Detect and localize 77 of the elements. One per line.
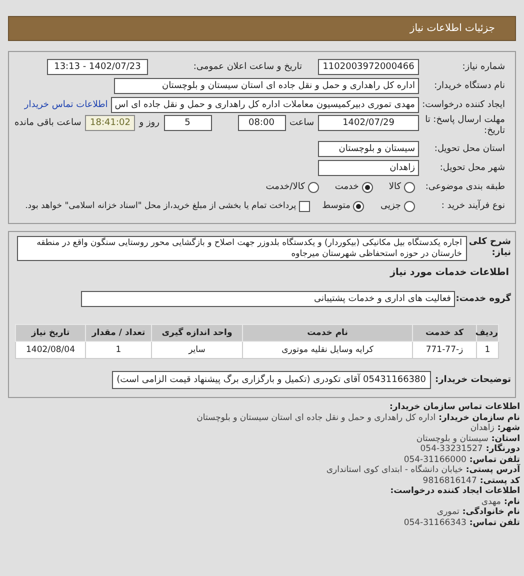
field-label: شماره نیاز: [461,61,505,73]
option-label: خدمت [334,181,359,193]
text-field[interactable]: 08:00 [238,115,286,131]
checkbox[interactable] [299,200,310,212]
field-label: گروه خدمت: [459,293,511,305]
field-value: مهدی [481,496,501,506]
text-field[interactable]: 5 [164,115,212,131]
field-label: استان: [491,434,520,444]
column-header: تاریخ نیاز [16,324,86,342]
field-value: 054-33231527 [420,444,483,454]
field-label: تلفن تماس: [469,518,520,528]
option-label: جزیی [380,200,401,212]
text-field[interactable]: مهدی تموری دبیرکمیسیون معاملات اداره کل راهداری و حمل و نقل جاده ای اس [110,97,419,113]
field-label: نوع فرآیند خرید : [440,200,505,212]
column-header: تعداد / مقدار [86,324,152,342]
field-label: شهر محل تحویل: [438,162,505,174]
field-label: نام خانوادگی: [462,507,520,518]
field-label: روز و [139,117,160,129]
table-cell: سایر [152,342,242,358]
table-cell: کرایه وسایل نقلیه موتوری [242,342,412,358]
field-label: تلفن تماس: [469,454,520,464]
radio-button[interactable] [353,200,364,212]
option-label: کالا [388,181,401,193]
field-label: ساعت باقی مانده [14,117,82,129]
field-label: نام دستگاه خریدار: [433,80,505,92]
section-heading: اطلاعات ایجاد کننده درخواست: [389,486,520,496]
table-cell: 1 [86,342,152,358]
column-header: واحد اندازه گیری [152,324,242,342]
radio-button[interactable] [404,182,415,192]
text-field[interactable]: زاهدان [318,160,419,176]
field-value: 9816816147 [422,476,477,486]
notes-box: 05431166380 آقای تکودری (تکمیل و بارگزاری برگ پیشنهاد قیمت الزامی است) [112,371,431,389]
field-label: شرح کلی نیاز: [468,236,511,259]
text-field[interactable]: 1102003972000466 [318,59,419,75]
countdown-field: 18:41:02 [85,115,136,131]
section-heading: اطلاعات خدمات مورد نیاز [388,267,509,279]
field-label: ایجاد کننده درخواست: [421,99,505,111]
field-value: 054-31166343 [404,518,466,528]
field-label: استان محل تحویل: [433,143,505,155]
field-label: نام: [504,496,520,506]
text-field[interactable]: سیستان و بلوچستان [318,141,419,157]
field-value: سیستان و بلوچستان [416,434,488,444]
column-header: نام خدمت [242,324,412,342]
field-label: دورنگار: [486,444,520,454]
radio-button[interactable] [308,182,319,192]
field-value: خیابان دانشگاه - ابتدای کوی استانداری [326,465,463,476]
field-value: اداره کل راهداری و حمل و نقل جاده ای استان سیستان و بلوچستان [196,412,436,423]
text-field[interactable]: فعالیت های اداری و خدمات پشتیبانی [81,291,455,307]
section-heading: اطلاعات تماس سازمان خریدار: [388,402,520,412]
option-label: کالا/خدمت [266,181,305,193]
text-field[interactable]: اداره کل راهداری و حمل و نقل جاده ای استان سیستان و بلوچستان [114,78,419,94]
field-label: طبقه بندی موضوعی: [424,181,505,193]
table-cell: ز-77-771 [412,342,476,358]
text-field[interactable]: 1402/07/23 - 13:13 [47,59,148,75]
field-label: تاریخ و ساعت اعلان عمومی: [192,61,302,73]
table-cell: 1402/08/04 [16,342,86,358]
column-header: کد خدمت [412,324,476,342]
field-label: آدرس پستی: [466,465,520,476]
radio-button[interactable] [362,182,373,192]
field-label: مهلت ارسال پاسخ: تا تاریخ: [424,115,505,137]
field-label: توضیحات خریدار: [435,374,511,386]
checkbox-label: پرداخت تمام یا بخشی از مبلغ خرید،از محل "اسناد خزانه اسلامی" خواهد بود. [25,200,296,212]
field-value: 054-31166000 [404,454,466,464]
page-title: جزئیات اطلاعات نیاز [410,22,495,36]
field-value: زاهدان [470,423,494,434]
column-header: ردیف [476,324,498,342]
option-label: متوسط [322,200,350,212]
field-label: کد پستی: [480,476,520,486]
field-label: شهر: [497,423,520,434]
field-label: نام سازمان خریدار: [438,412,520,423]
field-value: تموری [436,507,460,518]
description-box: اجاره یکدستگاه بیل مکانیکی (بیکوردار) و یکدستگاه بلدوزر جهت اصلاح و بازگشایی محور روستایی سنگون واقع در منطقه خارستان در حوزه استحفاظی شهرستان میرجاوه [17,236,467,261]
radio-button[interactable] [404,200,415,212]
text-field[interactable]: 1402/07/29 [318,115,419,131]
field-label: ساعت [290,117,314,129]
contact-info-link[interactable]: اطلاعات تماس خریدار [24,99,108,111]
table-cell: 1 [476,342,498,358]
